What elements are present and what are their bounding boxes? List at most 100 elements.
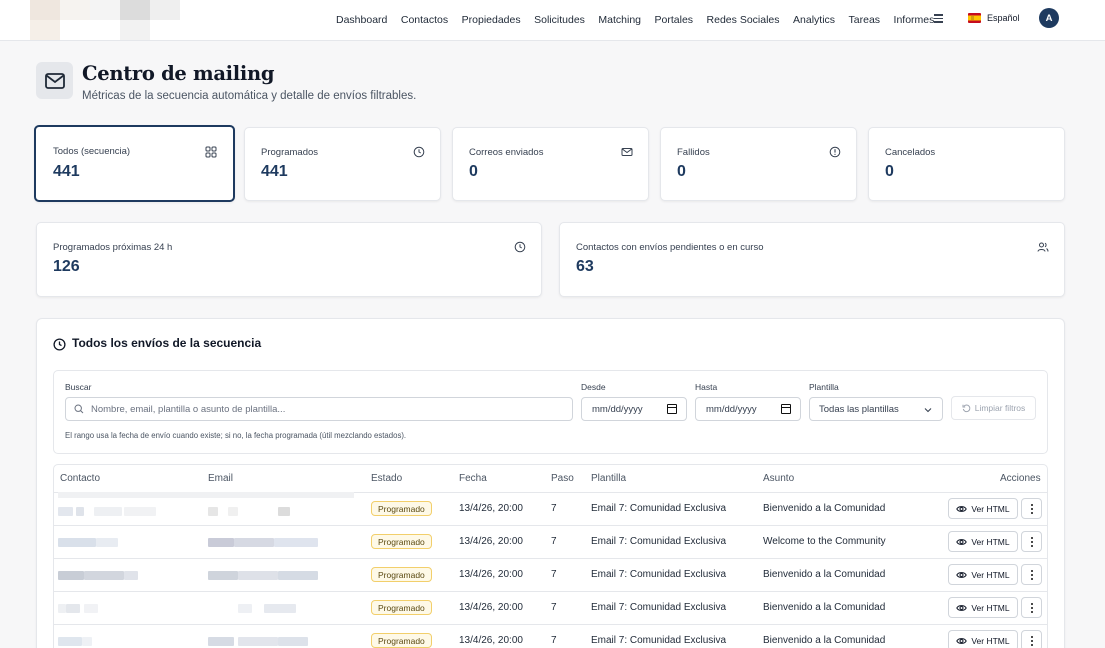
step-cell: 7 (551, 635, 557, 646)
row-actions-button[interactable] (1021, 531, 1042, 552)
table-row[interactable]: Programado 13/4/26, 20:00 7 Email 7: Comuni… (54, 591, 1047, 624)
page-subtitle: Métricas de la secuencia automática y de… (82, 90, 417, 102)
redacted-text (58, 604, 66, 613)
stat-card-contactos-pendientes[interactable]: Contactos con envíos pendientes o en cur… (559, 222, 1065, 297)
stat-card-todos[interactable]: Todos (secuencia) 441 (34, 125, 235, 202)
logo[interactable] (30, 0, 180, 40)
stat-label: Contactos con envíos pendientes o en cur… (576, 242, 764, 253)
stat-value: 0 (885, 163, 894, 180)
column-header-acciones: Acciones (1000, 473, 1041, 484)
subject-cell: Welcome to the Community (763, 536, 886, 547)
view-html-button[interactable]: Ver HTML (948, 630, 1018, 648)
view-html-label: Ver HTML (971, 602, 1010, 613)
table-row[interactable]: Programado 13/4/26, 20:00 7 Email 7: Comuni… (54, 525, 1047, 558)
column-header-estado[interactable]: Estado (371, 473, 402, 484)
mail-header-icon (36, 62, 73, 99)
view-html-button[interactable]: Ver HTML (948, 564, 1018, 585)
alert-icon (829, 146, 841, 158)
template-cell: Email 7: Comunidad Exclusiva (591, 536, 727, 547)
redacted-text (208, 538, 234, 547)
step-cell: 7 (551, 569, 557, 580)
view-html-button[interactable]: Ver HTML (948, 531, 1018, 552)
search-icon (74, 404, 84, 414)
column-header-email[interactable]: Email (208, 473, 233, 484)
redacted-text (84, 571, 124, 580)
table-row[interactable]: Programado 13/4/26, 20:00 7 Email 7: Comuni… (54, 624, 1047, 648)
status-badge: Programado (371, 534, 432, 549)
nav-dashboard[interactable]: Dashboard (336, 14, 387, 26)
from-label: Desde (581, 382, 606, 392)
nav-redes-sociales[interactable]: Redes Sociales (707, 14, 780, 26)
nav-tareas[interactable]: Tareas (849, 14, 881, 26)
row-actions-button[interactable] (1021, 564, 1042, 585)
stat-value: 441 (53, 163, 80, 180)
stat-card-cancelados[interactable]: Cancelados 0 (868, 127, 1065, 201)
subject-cell: Bienvenido a la Comunidad (763, 503, 886, 514)
to-date-value: mm/dd/yyyy (706, 403, 757, 415)
redacted-text (84, 604, 98, 613)
redacted-text (278, 637, 308, 646)
nav-matching[interactable]: Matching (598, 14, 641, 26)
stat-label: Cancelados (885, 147, 936, 158)
date-range-hint: El rango usa la fecha de envío cuando ex… (65, 431, 407, 440)
redacted-text (208, 571, 238, 580)
panel-title: Todos los envíos de la secuencia (72, 336, 262, 350)
status-badge: Programado (371, 501, 432, 516)
redacted-text (58, 538, 96, 547)
redacted-text (124, 507, 156, 516)
page-title: Centro de mailing (82, 62, 275, 85)
calendar-icon[interactable] (781, 404, 791, 414)
status-badge: Programado (371, 567, 432, 582)
clock-icon (53, 338, 66, 351)
table-row[interactable]: Programado 13/4/26, 20:00 7 Email 7: Comuni… (54, 558, 1047, 591)
row-actions-button[interactable] (1021, 630, 1042, 648)
stat-card-proximas-24h[interactable]: Programados próximas 24 h 126 (36, 222, 542, 297)
column-header-paso[interactable]: Paso (551, 473, 574, 484)
template-cell: Email 7: Comunidad Exclusiva (591, 569, 727, 580)
to-date-input[interactable]: mm/dd/yyyy (695, 397, 801, 421)
nav-analytics[interactable]: Analytics (793, 14, 835, 26)
row-actions-button[interactable] (1021, 597, 1042, 618)
nav-contactos[interactable]: Contactos (401, 14, 448, 26)
from-date-input[interactable]: mm/dd/yyyy (581, 397, 687, 421)
clear-filters-button[interactable]: Limpiar filtros (951, 396, 1036, 420)
redacted-text (238, 571, 278, 580)
calendar-icon[interactable] (667, 404, 677, 414)
view-html-button[interactable]: Ver HTML (948, 498, 1018, 519)
template-cell: Email 7: Comunidad Exclusiva (591, 602, 727, 613)
column-header-asunto[interactable]: Asunto (763, 473, 794, 484)
nav-portales[interactable]: Portales (655, 14, 694, 26)
stat-card-fallidos[interactable]: Fallidos 0 (660, 127, 857, 201)
user-avatar[interactable]: A (1039, 8, 1059, 28)
nav-solicitudes[interactable]: Solicitudes (534, 14, 585, 26)
clock-icon (413, 146, 425, 158)
template-select[interactable]: Todas las plantillas (809, 397, 943, 421)
nav-propiedades[interactable]: Propiedades (462, 14, 521, 26)
eye-icon (956, 571, 968, 578)
chevron-down-icon (924, 408, 932, 413)
column-header-plantilla[interactable]: Plantilla (591, 473, 626, 484)
redacted-text (238, 604, 252, 613)
view-html-button[interactable]: Ver HTML (948, 597, 1018, 618)
template-label: Plantilla (809, 382, 839, 392)
language-selector[interactable]: Español (968, 11, 1020, 25)
row-actions-button[interactable] (1021, 498, 1042, 519)
column-header-fecha[interactable]: Fecha (459, 473, 487, 484)
status-badge: Programado (371, 600, 432, 615)
language-label: Español (987, 13, 1020, 23)
stat-card-programados[interactable]: Programados 441 (244, 127, 441, 201)
date-cell: 13/4/26, 20:00 (459, 536, 523, 547)
hamburger-menu-icon[interactable] (933, 12, 945, 24)
eye-icon (956, 538, 968, 545)
redacted-text (76, 507, 84, 516)
search-input[interactable]: Nombre, email, plantilla o asunto de pla… (65, 397, 573, 421)
stat-label: Programados (261, 147, 319, 158)
search-label: Buscar (65, 382, 92, 392)
nav-informes[interactable]: Informes (894, 14, 935, 26)
stat-card-enviados[interactable]: Correos enviados 0 (452, 127, 649, 201)
redacted-text (238, 637, 278, 646)
column-header-contacto[interactable]: Contacto (60, 473, 100, 484)
top-navbar: Dashboard Contactos Propiedades Solicitu… (0, 0, 1105, 41)
subject-cell: Bienvenido a la Comunidad (763, 635, 886, 646)
template-select-value: Todas las plantillas (819, 403, 899, 415)
